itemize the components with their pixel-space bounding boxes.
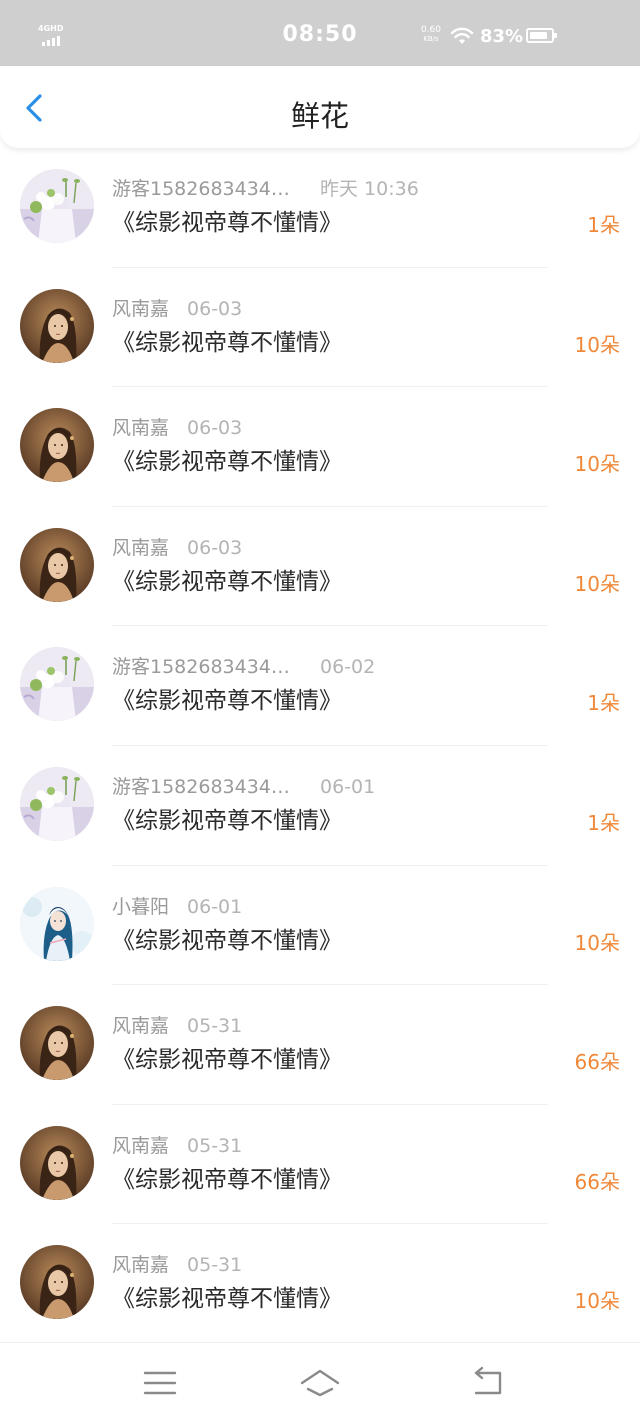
- user-name: 风南嘉: [112, 1015, 170, 1038]
- avatar[interactable]: [20, 886, 94, 961]
- avatar[interactable]: [20, 288, 94, 363]
- flower-count: 66朵: [574, 1050, 620, 1075]
- item-date: 06-01: [187, 895, 243, 918]
- menu-icon: [143, 1371, 177, 1395]
- item-date: 06-01: [320, 775, 376, 798]
- list-item[interactable]: 游客1582683434… 06-01 《综影视帝尊不懂情》 1朵: [0, 746, 640, 866]
- flower-count: 10朵: [574, 930, 620, 955]
- item-meta: 风南嘉 06-03: [112, 535, 242, 561]
- list-item[interactable]: 风南嘉 05-31 《综影视帝尊不懂情》 66朵: [0, 1105, 640, 1225]
- header: 鲜花: [0, 66, 640, 148]
- user-name: 风南嘉: [112, 536, 170, 559]
- item-meta: 风南嘉 06-03: [112, 415, 242, 441]
- wifi-icon: [450, 27, 474, 44]
- avatar[interactable]: [20, 766, 94, 841]
- book-title: 《综影视帝尊不懂情》: [112, 329, 342, 356]
- book-title: 《综影视帝尊不懂情》: [112, 1166, 342, 1193]
- status-bar: 4GHD 08:50 0.60 KB/s 83%: [0, 0, 640, 66]
- flower-list: 游客1582683434… 昨天 10:36 《综影视帝尊不懂情》 1朵 风南嘉 06-…: [0, 148, 640, 1344]
- avatar[interactable]: [20, 1006, 94, 1081]
- battery-percent: 83%: [480, 26, 524, 47]
- item-meta: 游客1582683434… 昨天 10:36: [112, 176, 419, 202]
- list-item[interactable]: 游客1582683434… 昨天 10:36 《综影视帝尊不懂情》 1朵: [0, 148, 640, 268]
- item-date: 06-03: [187, 536, 243, 559]
- flower-count: 1朵: [587, 810, 620, 835]
- page-title: 鲜花: [290, 99, 349, 133]
- item-meta: 风南嘉 06-03: [112, 296, 242, 322]
- list-item[interactable]: 风南嘉 05-31 《综影视帝尊不懂情》 66朵: [0, 985, 640, 1105]
- network-speed: 0.60 KB/s: [418, 25, 444, 44]
- user-name: 游客1582683434…: [112, 656, 290, 679]
- item-meta: 小暮阳 06-01: [112, 894, 242, 920]
- avatar[interactable]: [20, 169, 94, 243]
- book-title: 《综影视帝尊不懂情》: [112, 568, 342, 595]
- user-name: 风南嘉: [112, 1254, 170, 1277]
- book-title: 《综影视帝尊不懂情》: [112, 210, 342, 236]
- user-name: 风南嘉: [112, 297, 170, 320]
- battery-icon: [526, 28, 557, 43]
- item-date: 06-02: [320, 656, 376, 679]
- user-name: 风南嘉: [112, 1134, 170, 1157]
- book-title: 《综影视帝尊不懂情》: [112, 1047, 342, 1074]
- avatar[interactable]: [20, 1245, 94, 1320]
- book-title: 《综影视帝尊不懂情》: [112, 927, 342, 954]
- back-arrow-icon: [474, 1366, 502, 1395]
- item-meta: 风南嘉 05-31: [112, 1013, 242, 1039]
- item-date: 05-31: [187, 1015, 243, 1038]
- avatar[interactable]: [20, 408, 94, 483]
- item-date: 05-31: [187, 1254, 243, 1277]
- avatar[interactable]: [20, 647, 94, 722]
- book-title: 《综影视帝尊不懂情》: [112, 688, 342, 715]
- item-meta: 游客1582683434… 06-02: [112, 654, 375, 680]
- item-date: 昨天 10:36: [320, 178, 419, 200]
- list-item[interactable]: 风南嘉 05-31 《综影视帝尊不懂情》 10朵: [0, 1224, 640, 1344]
- book-title: 《综影视帝尊不懂情》: [112, 807, 342, 834]
- list-item[interactable]: 游客1582683434… 06-02 《综影视帝尊不懂情》 1朵: [0, 626, 640, 746]
- item-date: 06-03: [187, 297, 243, 320]
- system-nav-bar: [0, 1342, 640, 1423]
- book-title: 《综影视帝尊不懂情》: [112, 449, 342, 476]
- book-title: 《综影视帝尊不懂情》: [112, 1286, 342, 1313]
- item-date: 06-03: [187, 417, 243, 440]
- flower-count: 10朵: [574, 571, 620, 596]
- list-item[interactable]: 风南嘉 06-03 《综影视帝尊不懂情》 10朵: [0, 268, 640, 388]
- home-icon: [300, 1369, 340, 1397]
- item-meta: 风南嘉 05-31: [112, 1133, 242, 1159]
- flower-count: 1朵: [587, 213, 620, 237]
- item-meta: 风南嘉 05-31: [112, 1252, 242, 1278]
- user-name: 小暮阳: [112, 895, 170, 918]
- system-back-button[interactable]: [468, 1365, 508, 1401]
- flower-count: 10朵: [574, 332, 620, 357]
- flower-count: 1朵: [587, 691, 620, 716]
- item-date: 05-31: [187, 1134, 243, 1157]
- chevron-left-icon: [26, 94, 42, 122]
- user-name: 风南嘉: [112, 417, 170, 440]
- network-speed-unit: KB/s: [423, 35, 439, 43]
- list-item[interactable]: 小暮阳 06-01 《综影视帝尊不懂情》 10朵: [0, 866, 640, 986]
- back-button[interactable]: [16, 88, 56, 128]
- list-item[interactable]: 风南嘉 06-03 《综影视帝尊不懂情》 10朵: [0, 507, 640, 627]
- item-meta: 游客1582683434… 06-01: [112, 774, 375, 800]
- list-item[interactable]: 风南嘉 06-03 《综影视帝尊不懂情》 10朵: [0, 387, 640, 507]
- user-name: 游客1582683434…: [112, 775, 290, 798]
- menu-button[interactable]: [140, 1365, 180, 1401]
- flower-count: 10朵: [574, 1289, 620, 1314]
- flower-count: 66朵: [574, 1169, 620, 1194]
- flower-count: 10朵: [574, 452, 620, 477]
- avatar[interactable]: [20, 1125, 94, 1200]
- battery-fill: [530, 32, 547, 39]
- home-button[interactable]: [300, 1365, 340, 1401]
- avatar[interactable]: [20, 527, 94, 602]
- user-name: 游客1582683434…: [112, 178, 290, 200]
- network-speed-value: 0.60: [420, 25, 442, 35]
